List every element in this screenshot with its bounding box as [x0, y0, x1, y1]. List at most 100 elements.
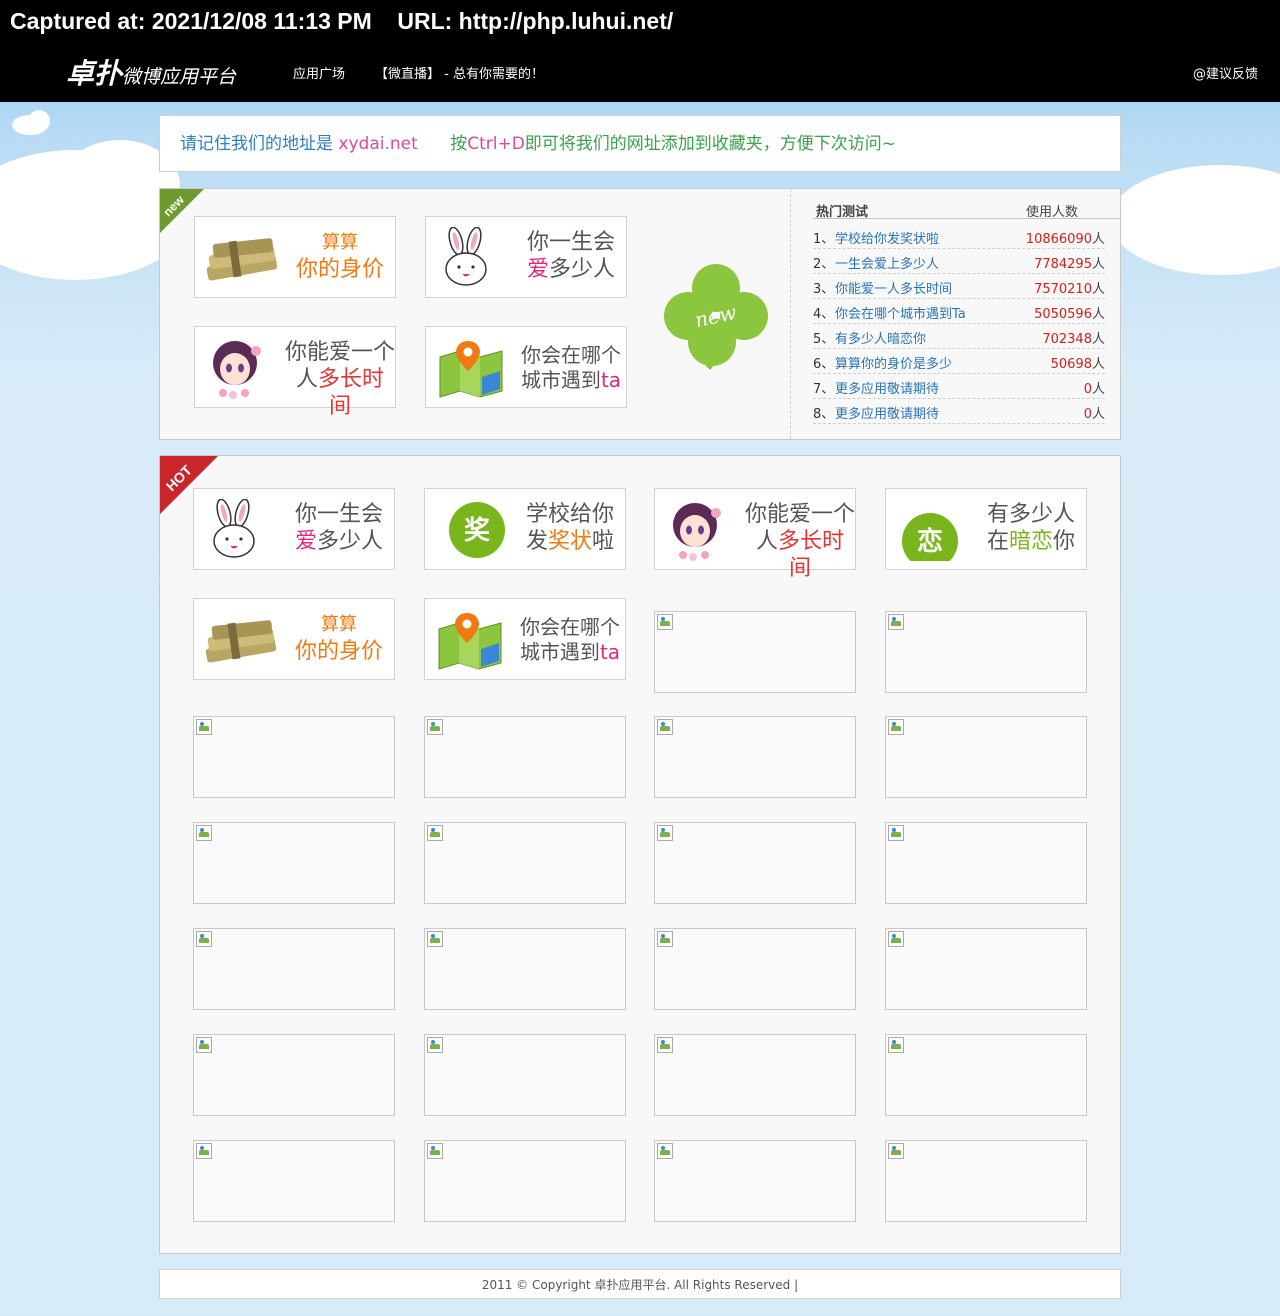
card-line-1: 算算	[322, 232, 358, 253]
app-card-how-many-love[interactable]: 你一生会 爱多少人	[425, 216, 627, 298]
broken-image-placeholder[interactable]	[885, 928, 1087, 1010]
card-line-1: 你一生会	[526, 230, 615, 255]
ranking-row[interactable]: 2、 一生会爱上多少人 7784295人	[813, 249, 1105, 274]
ranking-count: 0人	[1084, 378, 1105, 397]
broken-image-placeholder[interactable]	[654, 1140, 856, 1222]
ranking-no: 1、	[813, 232, 835, 247]
broken-image-placeholder[interactable]	[424, 1034, 626, 1116]
broken-image-icon	[657, 931, 673, 947]
hot-card-meet-city[interactable]: 你会在哪个 城市遇到ta	[424, 598, 626, 680]
ranking-no: 4、	[813, 307, 835, 322]
card-line-2b: 多少人	[317, 529, 384, 554]
ranking-count: 50698人	[1051, 353, 1105, 372]
broken-image-placeholder[interactable]	[885, 822, 1087, 904]
ranking-link[interactable]: 学校给你发奖状啦	[835, 228, 939, 247]
card-line-2c: 啦	[592, 529, 615, 554]
broken-image-placeholder[interactable]	[654, 1034, 856, 1116]
anime-girl-icon	[201, 337, 283, 399]
site-logo[interactable]: 卓扑微博应用平台	[66, 52, 236, 92]
ranking-row[interactable]: 8、 更多应用敬请期待 0人	[813, 399, 1105, 424]
broken-image-icon	[196, 931, 212, 947]
broken-image-placeholder[interactable]	[193, 716, 395, 798]
ranking-row[interactable]: 4、 你会在哪个城市遇到Ta 5050596人	[813, 299, 1105, 324]
broken-image-placeholder[interactable]	[193, 1034, 395, 1116]
rabbit-icon	[432, 226, 514, 289]
feedback-link[interactable]: @建议反馈	[1193, 63, 1258, 82]
broken-image-placeholder[interactable]	[193, 822, 395, 904]
ranking-link[interactable]: 你会在哪个城市遇到Ta	[835, 303, 966, 322]
card-line-2a: 城市遇到	[519, 640, 600, 664]
broken-image-placeholder[interactable]	[654, 716, 856, 798]
card-line-2: 你的身价	[295, 257, 384, 282]
hot-card-school-award[interactable]: 奖 学校给你 发奖状啦	[424, 488, 626, 570]
ranking-link[interactable]: 你能爱一人多长时间	[835, 278, 952, 297]
broken-image-placeholder[interactable]	[654, 822, 856, 904]
broken-image-icon	[657, 614, 673, 630]
broken-image-icon	[888, 1037, 904, 1053]
broken-image-icon	[427, 719, 443, 735]
ranking-row[interactable]: 6、 算算你的身价是多少 50698人	[813, 349, 1105, 374]
broken-image-placeholder[interactable]	[193, 928, 395, 1010]
broken-image-placeholder[interactable]	[885, 1140, 1087, 1222]
broken-image-placeholder[interactable]	[424, 716, 626, 798]
card-text: 你会在哪个 城市遇到ta	[515, 615, 625, 665]
ranking-count-value: 0	[1083, 382, 1092, 397]
broken-image-placeholder[interactable]	[424, 928, 626, 1010]
award-badge-icon: 奖	[431, 499, 513, 561]
card-line-2a: 人	[755, 529, 778, 554]
broken-image-icon	[657, 1037, 673, 1053]
ranking-link[interactable]: 一生会爱上多少人	[835, 253, 939, 272]
broken-image-icon	[888, 719, 904, 735]
app-card-love-duration[interactable]: 你能爱一个 人多长时间	[194, 326, 396, 419]
capture-info-bar: Captured at: 2021/12/08 11:13 PM URL: ht…	[0, 0, 1280, 42]
broken-image-placeholder[interactable]	[193, 1140, 395, 1222]
hot-card-secret-crush[interactable]: 恋 有多少人 在暗恋你	[885, 488, 1087, 570]
ranking-unit: 人	[1091, 332, 1105, 347]
ranking-row[interactable]: 7、 更多应用敬请期待 0人	[813, 374, 1105, 399]
map-pin-icon	[432, 337, 514, 399]
broken-image-placeholder[interactable]	[654, 928, 856, 1010]
ranking-count-value: 10866090	[1025, 232, 1092, 247]
broken-image-icon	[196, 825, 212, 841]
ranking-row[interactable]: 5、 有多少人暗恋你 702348人	[813, 324, 1105, 349]
hot-card-how-many-love[interactable]: 你一生会 爱多少人	[193, 488, 395, 570]
app-card-meet-city[interactable]: 你会在哪个 城市遇到ta	[425, 326, 627, 408]
broken-image-placeholder[interactable]	[424, 1140, 626, 1222]
ranking-link[interactable]: 更多应用敬请期待	[835, 378, 939, 397]
broken-image-icon	[888, 825, 904, 841]
ranking-link[interactable]: 更多应用敬请期待	[835, 403, 939, 422]
ranking-row[interactable]: 3、 你能爱一人多长时间 7570210人	[813, 274, 1105, 299]
nav-micro-live[interactable]: 【微直播】 - 总有你需要的！	[375, 63, 544, 82]
card-line-1: 你能爱一个	[285, 340, 396, 365]
broken-image-placeholder[interactable]	[885, 716, 1087, 798]
broken-image-placeholder[interactable]	[424, 822, 626, 904]
card-line-1: 你一生会	[294, 502, 383, 527]
ranking-header: 热门测试 使用人数	[813, 199, 1121, 220]
card-line-2b: ta	[599, 640, 621, 664]
cloud-decoration	[1110, 165, 1280, 275]
ranking-no: 2、	[813, 257, 835, 272]
broken-image-placeholder[interactable]	[654, 611, 856, 693]
broken-image-icon	[427, 825, 443, 841]
ranking-no: 3、	[813, 282, 835, 297]
app-card-net-worth[interactable]: 算算 你的身价	[194, 216, 396, 298]
nav-app-square[interactable]: 应用广场	[293, 63, 345, 82]
hot-card-love-duration[interactable]: 你能爱一个 人多长时间	[654, 488, 856, 581]
broken-image-icon	[196, 1037, 212, 1053]
card-line-2b: 多少人	[549, 257, 616, 282]
ranking-count: 702348人	[1042, 328, 1105, 347]
broken-image-placeholder[interactable]	[885, 611, 1087, 693]
card-text: 你能爱一个 人多长时间	[285, 339, 395, 420]
ranking-no: 7、	[813, 382, 835, 397]
ranking-unit: 人	[1091, 307, 1105, 322]
ranking-row[interactable]: 1、 学校给你发奖状啦 10866090人	[813, 224, 1105, 249]
ranking-link[interactable]: 算算你的身价是多少	[835, 353, 952, 372]
ranking-link[interactable]: 有多少人暗恋你	[835, 328, 926, 347]
broken-image-icon	[427, 1143, 443, 1159]
broken-image-placeholder[interactable]	[885, 1034, 1087, 1116]
ranking-unit: 人	[1091, 282, 1105, 297]
card-line-2c: 你	[1053, 529, 1076, 554]
card-line-2b: 多长时间	[318, 367, 385, 419]
hot-card-net-worth[interactable]: 算算 你的身价	[193, 598, 395, 680]
card-text: 算算 你的身价	[285, 229, 395, 283]
